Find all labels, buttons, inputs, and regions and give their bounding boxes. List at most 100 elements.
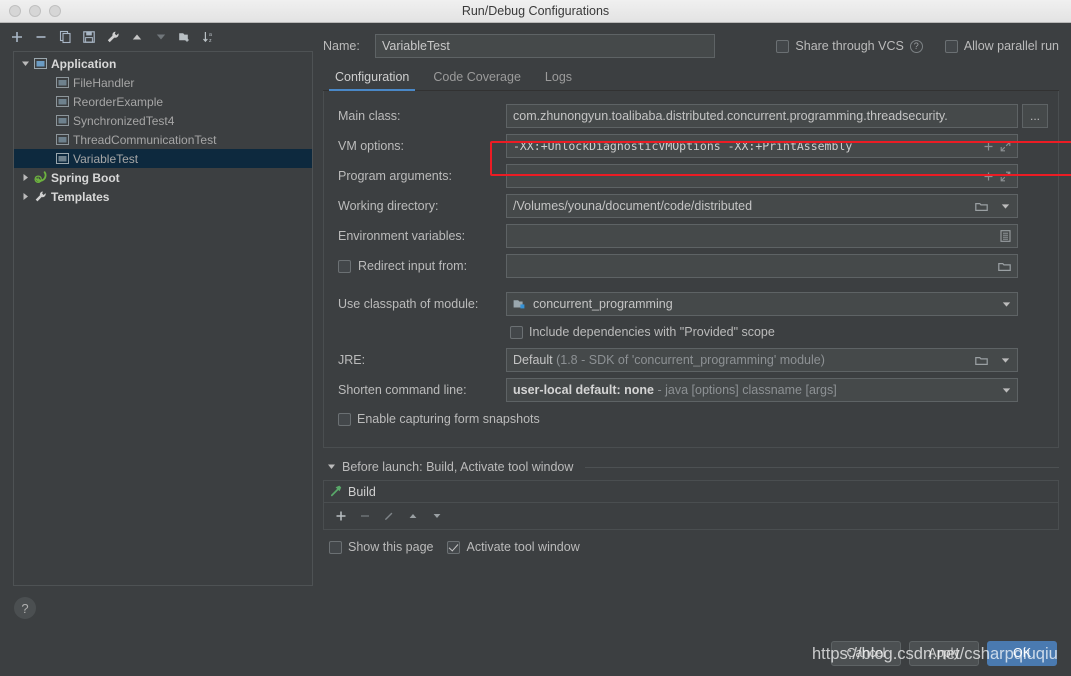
chevron-right-icon[interactable] [18,190,32,204]
classpath-module-combo[interactable]: concurrent_programming [506,292,1018,316]
tree-node-reorderexample[interactable]: ReorderExample [14,92,312,111]
apply-button[interactable]: Apply [909,640,979,666]
tree-node-templates[interactable]: Templates [14,187,312,206]
show-this-page-checkbox[interactable]: Show this page [329,540,433,554]
tree-node-label: Templates [51,189,110,204]
help-button[interactable]: ? [14,597,36,619]
move-down-button[interactable] [150,26,172,48]
expand-editor-icon[interactable] [1000,171,1011,182]
tree-node-synchronizedtest4[interactable]: SynchronizedTest4 [14,111,312,130]
enable-form-snapshots-box[interactable] [338,412,351,426]
before-launch-remove-button[interactable] [356,507,374,525]
configurations-tree[interactable]: Application FileHandler ReorderExample S… [13,51,313,586]
folder-icon[interactable] [998,261,1011,272]
cancel-button[interactable]: Cancel [831,640,901,666]
tree-node-application[interactable]: Application [14,54,312,73]
enable-form-snapshots-checkbox[interactable]: Enable capturing form snapshots [334,405,1048,433]
working-directory-input[interactable]: /Volumes/youna/document/code/distributed [506,194,994,218]
working-directory-dropdown[interactable] [994,194,1018,218]
redirect-input-field[interactable] [506,254,1018,278]
close-button[interactable] [9,5,21,17]
before-launch-header[interactable]: Before launch: Build, Activate tool wind… [323,460,1059,474]
edit-variables-icon[interactable] [1000,230,1011,242]
run-config-icon [54,132,70,148]
program-arguments-input[interactable] [506,164,1018,188]
run-config-icon [54,151,70,167]
move-up-button[interactable] [126,26,148,48]
redirect-input-row: Redirect input from: [334,251,1048,281]
before-launch-move-down-button[interactable] [428,507,446,525]
add-configuration-button[interactable] [6,26,28,48]
activate-tool-window-box[interactable] [447,540,461,554]
environment-variables-input[interactable] [506,224,1018,248]
chevron-down-icon[interactable] [1002,297,1011,311]
activate-tool-window-checkbox[interactable]: Activate tool window [447,540,580,554]
show-this-page-box[interactable] [329,540,342,554]
chevron-down-icon[interactable] [18,57,32,71]
main-class-input[interactable]: com.zhunongyun.toalibaba.distributed.con… [506,104,1018,128]
sort-alpha-icon[interactable]: a z [198,26,220,48]
insert-macro-icon[interactable] [983,141,994,152]
tab-code-coverage[interactable]: Code Coverage [421,70,533,90]
main-class-browse-button[interactable]: ... [1022,104,1048,128]
expand-editor-icon[interactable] [1000,141,1011,152]
before-launch-add-button[interactable] [332,507,350,525]
folder-icon[interactable] [975,201,988,212]
main-class-row: Main class: com.zhunongyun.toalibaba.dis… [334,101,1048,131]
allow-parallel-box[interactable] [944,39,958,53]
include-provided-checkbox[interactable]: Include dependencies with "Provided" sco… [334,319,1048,345]
vm-options-label: VM options: [338,139,405,153]
chevron-down-icon[interactable] [327,460,336,474]
before-launch-edit-pencil-icon[interactable] [380,507,398,525]
before-launch-move-up-button[interactable] [404,507,422,525]
tree-node-spring-boot[interactable]: Spring Boot [14,168,312,187]
run-debug-configurations-dialog: a z Application FileHandler ReorderExamp… [0,23,1071,676]
environment-variables-row: Environment variables: [334,221,1048,251]
share-vcs-box[interactable] [776,39,790,53]
before-launch-item-build[interactable]: Build [324,481,1058,503]
allow-parallel-run-checkbox[interactable]: Allow parallel run [944,39,1059,53]
edit-templates-wrench-icon[interactable] [102,26,124,48]
shorten-command-line-combo[interactable]: user-local default: none - java [options… [506,378,1018,402]
copy-configuration-button[interactable] [54,26,76,48]
configuration-tabs[interactable]: Configuration Code Coverage Logs [323,63,1059,91]
redirect-input-box[interactable] [338,259,351,273]
vm-options-input[interactable]: -XX:+UnlockDiagnosticVMOptions -XX:+Prin… [506,134,1018,158]
include-provided-box[interactable] [510,325,523,339]
configuration-form: Main class: com.zhunongyun.toalibaba.dis… [323,91,1059,448]
jre-dropdown[interactable] [994,348,1018,372]
tree-node-filehandler[interactable]: FileHandler [14,73,312,92]
svg-text:z: z [209,38,212,44]
insert-macro-icon[interactable] [983,171,994,182]
jre-hint: (1.8 - SDK of 'concurrent_programming' m… [556,353,825,367]
help-bar: ? [0,586,323,630]
help-icon[interactable]: ? [909,39,923,53]
tab-configuration[interactable]: Configuration [323,70,421,91]
remove-configuration-button[interactable] [30,26,52,48]
chevron-down-icon[interactable] [1002,383,1011,397]
redirect-input-checkbox[interactable]: Redirect input from: [334,259,506,273]
jre-input[interactable]: Default (1.8 - SDK of 'concurrent_progra… [506,348,994,372]
include-provided-label: Include dependencies with "Provided" sco… [529,325,775,339]
before-launch-list[interactable]: Build [323,480,1059,530]
spring-boot-icon [32,170,48,186]
minimize-button[interactable] [29,5,41,17]
tree-node-threadcommunicationtest[interactable]: ThreadCommunicationTest [14,130,312,149]
wrench-icon [32,189,48,205]
window-controls[interactable] [0,5,61,17]
name-input[interactable] [375,34,715,58]
shorten-command-line-row: Shorten command line: user-local default… [334,375,1048,405]
share-through-vcs-checkbox[interactable]: Share through VCS ? [776,39,923,53]
tab-logs[interactable]: Logs [533,70,584,90]
tree-node-label: Spring Boot [51,170,120,185]
chevron-right-icon[interactable] [18,171,32,185]
new-folder-button[interactable] [174,26,196,48]
folder-icon[interactable] [975,355,988,366]
tree-node-variabletest[interactable]: VariableTest [14,149,312,168]
save-configuration-button[interactable] [78,26,100,48]
maximize-button[interactable] [49,5,61,17]
show-this-page-label: Show this page [348,540,434,554]
classpath-module-row: Use classpath of module: concurrent_prog… [334,289,1048,319]
ok-button[interactable]: OK [987,640,1057,666]
before-launch-toolbar [324,503,1058,529]
